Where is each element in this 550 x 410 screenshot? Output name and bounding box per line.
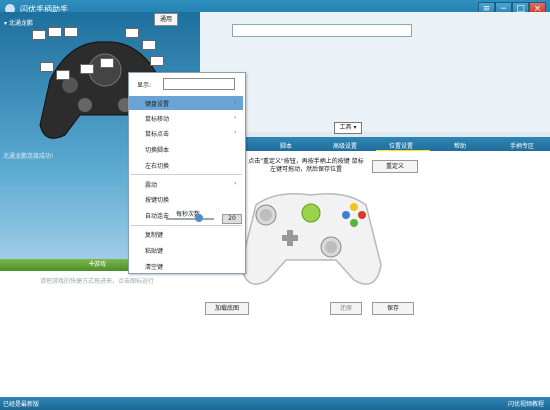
menu-item-clear-key[interactable]: 清空键 — [145, 262, 163, 271]
menu-item-left-right-switch[interactable]: 左右切换 — [145, 161, 169, 170]
tools-button[interactable]: 工具 ▾ — [334, 122, 362, 134]
device-name: 北通龙鹏 — [8, 20, 33, 27]
apply-button[interactable]: 通用 — [154, 13, 178, 26]
submenu-arrow-icon: › — [234, 99, 237, 106]
device-selector[interactable]: ▾ 北通龙鹏 — [4, 18, 33, 27]
tab-bar — [200, 137, 550, 151]
menu-item-keyboard[interactable]: 键盘设置 — [145, 99, 169, 108]
tab-gamepad-zone[interactable]: 手柄专区 — [510, 141, 534, 150]
tab-position[interactable]: 位置设置 — [389, 141, 413, 150]
key-box[interactable] — [64, 27, 78, 37]
name-input[interactable] — [232, 24, 412, 37]
video-tutorial-link[interactable]: 闪优视频教程 — [508, 399, 544, 408]
menu-item-key-switch[interactable]: 按键切换 — [145, 195, 169, 204]
tab-script[interactable]: 脚本 — [280, 141, 292, 150]
rate-slider-thumb[interactable] — [195, 214, 203, 222]
save-button[interactable]: 保存 — [372, 302, 414, 315]
key-box[interactable] — [142, 40, 156, 50]
status-bar — [0, 397, 550, 410]
menu-display-label: 显示: — [137, 82, 152, 89]
key-box[interactable] — [40, 62, 54, 72]
submenu-arrow-icon: › — [234, 129, 237, 136]
submenu-arrow-icon: › — [234, 114, 237, 121]
load-background-button[interactable]: 加载底图 — [205, 302, 249, 315]
menu-item-vibration[interactable]: 震动 — [145, 180, 157, 189]
connect-status: 北通龙鹏连接成功! — [3, 153, 54, 160]
menu-separator — [130, 225, 242, 226]
games-hint: 请把游戏的快捷方式拖进来，点击图标运行 — [40, 278, 155, 285]
tab-help[interactable]: 帮助 — [454, 141, 466, 150]
tab-advanced[interactable]: 高级设置 — [333, 141, 357, 150]
menu-item-copy-key[interactable]: 复制键 — [145, 230, 163, 239]
key-box[interactable] — [100, 58, 114, 68]
restore-button[interactable]: 还原 — [330, 302, 362, 315]
status-version: 已经是最新版 — [3, 401, 40, 408]
menu-display-input[interactable] — [163, 78, 235, 90]
menu-item-switch-script[interactable]: 切换脚本 — [145, 145, 169, 154]
menu-item-mouse-click[interactable]: 鼠标点击 — [145, 129, 169, 138]
add-game-icon[interactable]: + — [88, 260, 97, 269]
rate-slider[interactable] — [166, 218, 214, 220]
menu-item-paste-key[interactable]: 粘贴键 — [145, 246, 163, 255]
games-list[interactable] — [0, 271, 200, 397]
redefine-button[interactable]: 重定义 — [372, 160, 418, 173]
menu-separator — [130, 174, 242, 175]
controller-image — [240, 193, 382, 285]
key-box[interactable] — [125, 28, 139, 38]
key-box[interactable] — [56, 70, 70, 80]
rate-value: 20 — [222, 214, 242, 224]
menu-item-mouse-move[interactable]: 鼠标移动 — [145, 114, 169, 123]
instructions: 点击"重定义"按钮，再按手柄上的按键 鼠标左键可拖动，然后保存位置 — [248, 158, 364, 173]
key-box[interactable] — [150, 56, 164, 66]
submenu-arrow-icon: › — [234, 180, 237, 187]
key-box[interactable] — [32, 30, 46, 40]
key-box[interactable] — [48, 27, 62, 37]
key-box[interactable] — [80, 64, 94, 74]
